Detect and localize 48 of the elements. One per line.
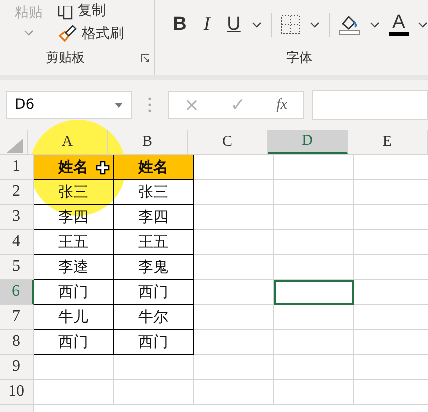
caret-icon[interactable] (418, 22, 428, 28)
fill-bucket-icon[interactable] (339, 14, 361, 36)
caret-icon[interactable] (370, 22, 380, 28)
column-header[interactable]: E (348, 130, 428, 154)
table-cell: 西门 (114, 280, 194, 305)
table-cell: 王五 (114, 230, 194, 255)
row-header[interactable]: 2 (0, 180, 34, 205)
row-header[interactable]: 5 (0, 255, 34, 280)
table-cell: 西门 (34, 280, 114, 305)
row-header[interactable]: 4 (0, 230, 34, 255)
table-cell: 王五 (34, 230, 114, 255)
table-cell: 李鬼 (114, 255, 194, 280)
row-header[interactable]: 1 (0, 155, 34, 180)
paintbrush-icon (58, 25, 78, 43)
active-cell[interactable] (274, 280, 354, 305)
underline-button[interactable]: U (225, 14, 243, 36)
table-cell: 李逵 (34, 255, 114, 280)
dropdown-arrow-icon (115, 102, 123, 108)
table-cell: 牛尔 (114, 305, 194, 330)
cross-cursor-icon (96, 161, 110, 175)
table-cell: 西门 (34, 330, 114, 355)
row-header[interactable]: 9 (0, 355, 34, 380)
grip-icon[interactable] (148, 97, 152, 113)
group-label: 字体 (286, 50, 312, 68)
format-painter-button[interactable]: 格式刷 (58, 24, 124, 44)
row-header[interactable]: 3 (0, 205, 34, 230)
table-cell: 牛儿 (34, 305, 114, 330)
column-header[interactable]: D (268, 130, 348, 154)
italic-button[interactable]: I (198, 14, 216, 36)
caret-icon[interactable] (310, 22, 320, 28)
table-cell: 姓名 (114, 155, 194, 180)
dialog-launcher-icon[interactable] (141, 54, 150, 62)
row-header[interactable]: 6 (0, 280, 34, 305)
row-header[interactable]: 8 (0, 330, 34, 355)
copy-button[interactable]: 复制 (58, 0, 124, 20)
bold-button[interactable]: B (171, 14, 189, 36)
table-cell: 姓名 (34, 155, 114, 180)
font-color-button[interactable]: A (389, 14, 409, 36)
row-header[interactable]: 7 (0, 305, 34, 330)
row-header[interactable]: 10 (0, 380, 34, 405)
insert-function-button[interactable]: fx (276, 96, 288, 114)
borders-icon[interactable] (281, 15, 301, 35)
caret-icon[interactable] (252, 22, 262, 28)
table-cell: 李四 (114, 205, 194, 230)
table-cell: 西门 (114, 330, 194, 355)
document-icon (58, 6, 74, 20)
name-box[interactable]: D6 (6, 91, 132, 119)
group-label: 剪贴板 (46, 50, 85, 67)
